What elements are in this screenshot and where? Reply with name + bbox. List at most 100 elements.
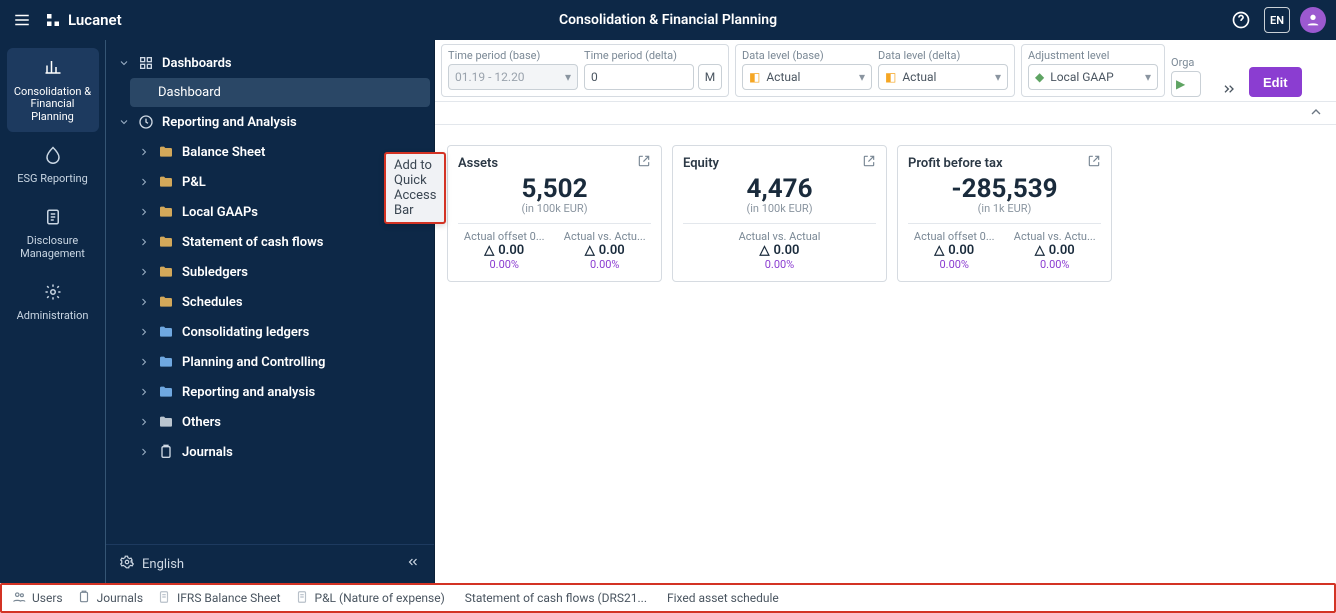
metric-value: △0.00 (683, 243, 876, 258)
quickbar-item-4[interactable]: Statement of cash flows (DRS21... (459, 591, 647, 605)
tree-dashboard-item[interactable]: Dashboard (130, 78, 430, 107)
context-menu-add-quick-access[interactable]: Add to Quick Access Bar (384, 152, 446, 224)
rail-label: Disclosure Management (11, 235, 95, 260)
quickbar-item-0[interactable]: Users (12, 590, 63, 607)
collapse-filters-icon[interactable] (1215, 81, 1243, 97)
tree-reporting[interactable]: Reporting and Analysis (110, 107, 430, 137)
report-icon (157, 590, 171, 607)
rail-item-3[interactable]: Administration (7, 273, 99, 331)
filter-label-org: Orga (1171, 56, 1209, 69)
delta-icon: △ (934, 243, 944, 258)
card-1: Equity 4,476(in 100k EUR) Actual vs. Actua… (672, 145, 887, 282)
brand-logo: Lucanet (44, 11, 122, 29)
metric-label: Actual offset 0... (458, 230, 551, 243)
gear-icon[interactable] (120, 555, 134, 573)
quickbar-item-3[interactable]: P&L (Nature of expense) (295, 590, 445, 607)
chevron-down-icon: ▾ (1145, 70, 1151, 84)
card-value: -285,539 (908, 174, 1101, 204)
adjustment-level-select[interactable]: ◆ Local GAAP ▾ (1028, 64, 1158, 90)
tree-item-7[interactable]: Planning and Controlling (130, 347, 430, 377)
delta-icon: △ (585, 243, 595, 258)
chevron-up-icon[interactable] (1308, 104, 1326, 122)
report-icon (295, 590, 309, 607)
card-unit: (in 100k EUR) (458, 202, 651, 215)
rail-label: Consolidation & Financial Planning (11, 86, 95, 124)
language-badge[interactable]: EN (1264, 7, 1290, 33)
tree-item-8[interactable]: Reporting and analysis (130, 377, 430, 407)
tree-item-6[interactable]: Consolidating ledgers (130, 317, 430, 347)
brand-text: Lucanet (68, 11, 122, 29)
gear-icon (44, 283, 62, 305)
metric-pct: 0.00% (683, 258, 876, 271)
delta-icon: △ (484, 243, 494, 258)
metric-pct: 0.00% (458, 258, 551, 271)
tree-journals[interactable]: Journals (110, 437, 430, 467)
tree-dashboards[interactable]: Dashboards (110, 48, 430, 78)
rail-label: ESG Reporting (17, 173, 88, 186)
filter-label-adjustment: Adjustment level (1028, 49, 1158, 62)
tree-item-5[interactable]: Schedules (130, 287, 430, 317)
users-icon (12, 590, 26, 607)
page-title: Consolidation & Financial Planning (559, 12, 777, 28)
metric-value: △0.00 (1009, 243, 1102, 258)
metric-pct: 0.00% (559, 258, 652, 271)
popout-icon[interactable] (1087, 154, 1101, 172)
filter-label-data-base: Data level (base) (742, 49, 872, 62)
user-avatar[interactable] (1300, 7, 1326, 33)
quickbar-item-5[interactable]: Fixed asset schedule (661, 591, 779, 605)
metric-value: △0.00 (908, 243, 1001, 258)
metric-label: Actual vs. Actual (683, 230, 876, 243)
card-unit: (in 100k EUR) (683, 202, 876, 215)
metric-pct: 0.00% (1009, 258, 1102, 271)
org-select[interactable]: ▶ (1171, 71, 1201, 97)
quickbar-item-2[interactable]: IFRS Balance Sheet (157, 590, 280, 607)
data-level-delta-select[interactable]: ◧ Actual ▾ (878, 64, 1008, 90)
card-unit: (in 1k EUR) (908, 202, 1101, 215)
play-icon: ▶ (1176, 77, 1185, 91)
language-label[interactable]: English (142, 557, 184, 572)
card-title: Assets (458, 156, 498, 171)
rail-item-0[interactable]: Consolidation & Financial Planning (7, 48, 99, 132)
tree-item-3[interactable]: Statement of cash flows (130, 227, 430, 257)
chevron-down-icon: ▾ (565, 70, 571, 84)
rail-item-2[interactable]: Disclosure Management (7, 198, 99, 269)
leaf-icon (44, 146, 62, 168)
delta-icon: △ (1035, 243, 1045, 258)
chip-icon: ◆ (1035, 70, 1044, 84)
metric-label: Actual vs. Actu... (559, 230, 652, 243)
metric-value: △0.00 (458, 243, 551, 258)
rail-label: Administration (17, 310, 89, 323)
popout-icon[interactable] (637, 154, 651, 172)
card-title: Equity (683, 156, 719, 171)
chart-icon (44, 58, 62, 80)
card-value: 4,476 (683, 174, 876, 204)
quickbar-item-1[interactable]: Journals (77, 590, 143, 607)
hamburger-menu[interactable] (10, 8, 34, 32)
tree-item-9[interactable]: Others (130, 407, 430, 437)
time-period-base-select[interactable]: 01.19 - 12.20 ▾ (448, 64, 578, 90)
collapse-sidebar-icon[interactable] (406, 555, 420, 573)
card-2: Profit before tax -285,539(in 1k EUR) Actu… (897, 145, 1112, 282)
chevron-down-icon: ▾ (859, 70, 865, 84)
filter-label-time-delta: Time period (delta) (584, 49, 722, 62)
data-level-base-select[interactable]: ◧ Actual ▾ (742, 64, 872, 90)
metric-label: Actual vs. Actu... (1009, 230, 1102, 243)
clipboard-icon (77, 590, 91, 607)
help-icon[interactable] (1228, 7, 1254, 33)
filter-label-time-base: Time period (base) (448, 49, 578, 62)
time-unit-badge: M (698, 64, 722, 90)
popout-icon[interactable] (862, 154, 876, 172)
card-title: Profit before tax (908, 156, 1003, 171)
metric-pct: 0.00% (908, 258, 1001, 271)
rail-item-1[interactable]: ESG Reporting (7, 136, 99, 194)
doc-icon (44, 208, 62, 230)
edit-button[interactable]: Edit (1249, 67, 1302, 97)
delta-icon: △ (760, 243, 770, 258)
chevron-down-icon: ▾ (995, 70, 1001, 84)
cube-icon: ◧ (749, 70, 760, 84)
metric-value: △0.00 (559, 243, 652, 258)
tree-item-4[interactable]: Subledgers (130, 257, 430, 287)
time-period-delta-input[interactable]: 0 (584, 64, 694, 90)
metric-label: Actual offset 0... (908, 230, 1001, 243)
filter-label-data-delta: Data level (delta) (878, 49, 1008, 62)
